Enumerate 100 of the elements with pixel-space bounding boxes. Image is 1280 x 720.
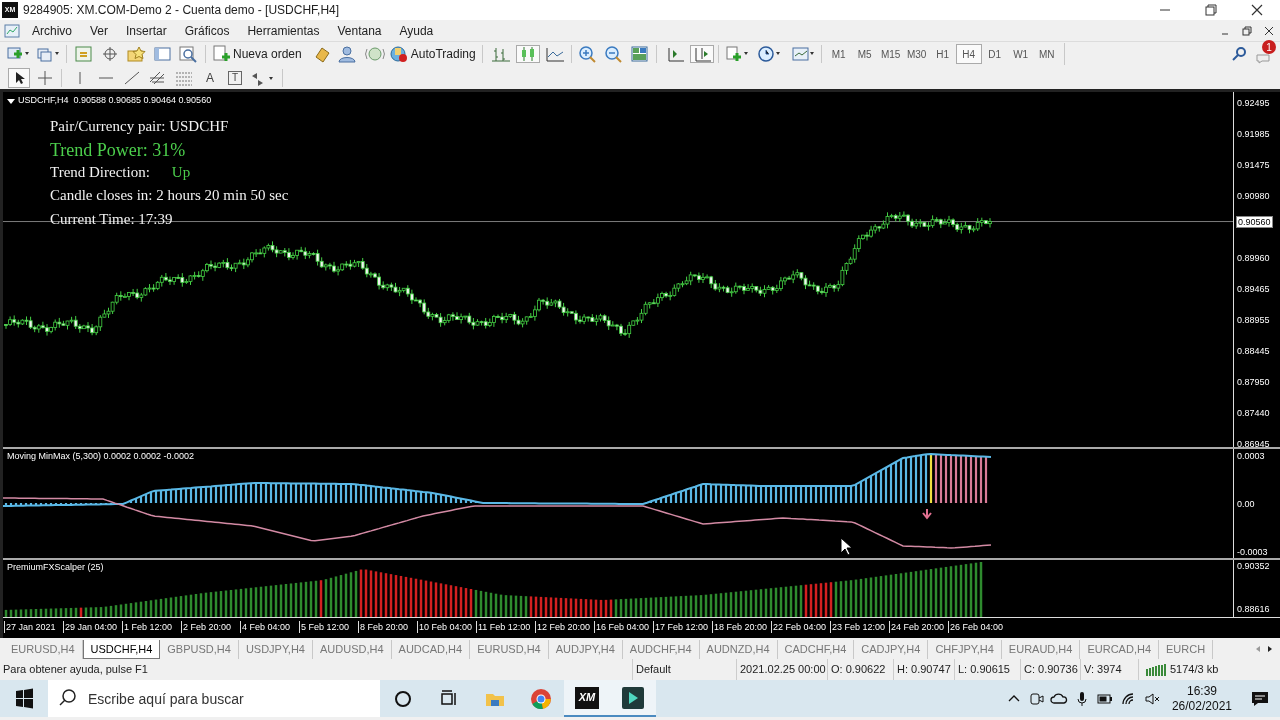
chart-tab[interactable]: CADCHF,H4: [777, 640, 855, 659]
indicator-axis-label: 0.0003: [1237, 451, 1265, 461]
timeframe-button[interactable]: M1: [825, 44, 852, 64]
time-axis-label: 17 Feb 12:00: [653, 621, 712, 633]
timeframe-button[interactable]: M15: [877, 44, 904, 64]
circle-icon[interactable]: [393, 688, 413, 709]
indicator-axis-label: -0.0003: [1237, 547, 1268, 557]
chart-tab[interactable]: AUDCAD,H4: [391, 640, 471, 659]
chat-icon[interactable]: [1256, 52, 1272, 64]
text-label-tool[interactable]: T: [228, 70, 242, 85]
time-axis-label: 8 Feb 20:00: [358, 621, 417, 633]
chart-tab[interactable]: EURCH: [1159, 640, 1214, 659]
chart-tab[interactable]: CADJPY,H4: [854, 640, 929, 659]
chart-tab[interactable]: EURAUD,H4: [1001, 640, 1081, 659]
price-axis-label: 0.90980: [1237, 191, 1270, 201]
timeframe-button[interactable]: MN: [1033, 44, 1060, 64]
indicator-axis-label: 0.90352: [1237, 561, 1270, 571]
menu-item[interactable]: Ventana: [328, 21, 391, 40]
menu-item[interactable]: Insertar: [117, 21, 176, 40]
indicator-axis-label: 0.88616: [1237, 604, 1270, 614]
trend-power-text: Trend Power: 31%: [50, 139, 187, 162]
trend-direction-label: Trend Direction:: [50, 163, 150, 182]
chart-tab[interactable]: AUDJPY,H4: [548, 640, 623, 659]
menu-item[interactable]: Ayuda: [390, 21, 443, 40]
menu-item[interactable]: Herramientas: [238, 21, 329, 40]
autotrading-icon[interactable]: [389, 45, 408, 63]
time-axis-label: 12 Feb 20:00: [535, 621, 594, 633]
chart-tab[interactable]: EURUSD,H4: [470, 640, 549, 659]
indicator-title: Moving MinMax (5,300) 0.0002 0.0002 -0.0002: [7, 450, 195, 463]
info-text: Candle closes in: 2 hours 20 min 50 sec: [50, 186, 289, 205]
profiles-icon[interactable]: [36, 45, 62, 63]
timeframe-button[interactable]: H1: [929, 44, 956, 64]
price-axis-label: 0.91985: [1237, 129, 1270, 139]
info-text: Pair/Currency pair: USDCHF: [50, 117, 230, 136]
indicator-title: PremiumFXScalper (25): [7, 561, 104, 574]
play-app-icon[interactable]: [621, 685, 645, 710]
price-axis-label: 0.89960: [1237, 253, 1270, 263]
time-axis-label: 26 Feb 04:00: [948, 621, 1007, 633]
xm-app-icon[interactable]: XM: [575, 686, 599, 709]
status-traffic: 5174/3 kb: [1170, 662, 1219, 678]
time-axis-label: 1 Feb 12:00: [122, 621, 181, 633]
cursor-tool-icon[interactable]: [8, 67, 30, 88]
chart-menu-icon[interactable]: [1, 22, 23, 39]
chart-tab[interactable]: AUDUSD,H4: [313, 640, 392, 659]
connection-bars-icon: [1145, 662, 1167, 677]
price-axis-label: 0.91475: [1237, 160, 1270, 170]
menu-item[interactable]: Ver: [81, 21, 118, 40]
chrome-icon[interactable]: [530, 687, 552, 710]
collapse-triangle-icon[interactable]: [7, 96, 15, 105]
time-axis-label: 11 Feb 12:00: [476, 621, 535, 633]
chart-tab[interactable]: GBPUSD,H4: [160, 640, 239, 659]
indicators-icon[interactable]: [724, 45, 751, 63]
time-axis-label: 4 Feb 04:00: [240, 621, 299, 633]
chart-tab[interactable]: EURCAD,H4: [1080, 640, 1159, 659]
time-axis-label: 5 Feb 12:00: [299, 621, 358, 633]
clock-date: 26/02/2021: [1171, 698, 1232, 714]
time-axis-label: 10 Feb 04:00: [417, 621, 476, 633]
volume-muted-icon[interactable]: [1143, 690, 1162, 707]
timeframe-button[interactable]: H4: [955, 44, 982, 64]
clock-icon[interactable]: [756, 45, 783, 63]
indicator-axis-label: 0.00: [1237, 499, 1255, 509]
timeframe-button[interactable]: D1: [981, 44, 1008, 64]
timeframe-button[interactable]: W1: [1007, 44, 1034, 64]
star-folder-icon[interactable]: [125, 45, 149, 63]
chart-tab[interactable]: CHFJPY,H4: [928, 640, 1002, 659]
templates-icon[interactable]: [790, 45, 817, 63]
chart-header: USDCHF,H4 0.90588 0.90685 0.90464 0.90560: [18, 94, 212, 107]
notification-badge: 1: [1262, 40, 1276, 54]
price-axis-label: 0.88955: [1237, 315, 1270, 325]
chart-shift-icon[interactable]: [689, 45, 714, 63]
time-axis-label: 16 Feb 04:00: [594, 621, 653, 633]
info-text: Current Time: 17:39: [50, 210, 174, 229]
chart-tab[interactable]: EURUSD,H4: [4, 640, 83, 659]
menu-item[interactable]: Gráficos: [175, 21, 239, 40]
taskbar-search-field[interactable]: Escribe aquí para buscar: [48, 680, 380, 717]
time-axis-label: 18 Feb 20:00: [712, 621, 771, 633]
current-price-label: 0.90560: [1236, 215, 1273, 228]
new-order-icon[interactable]: [212, 45, 230, 63]
time-axis-label: 2 Feb 20:00: [181, 621, 240, 633]
price-axis-label: 0.88445: [1237, 346, 1270, 356]
trend-direction-value: Up: [171, 163, 191, 182]
chart-tab[interactable]: USDCHF,H4: [82, 640, 161, 659]
autotrading-button[interactable]: AutoTrading: [387, 44, 478, 64]
chart-tab[interactable]: USDJPY,H4: [238, 640, 313, 659]
new-order-button[interactable]: Nueva orden: [210, 44, 304, 64]
menu-item[interactable]: Archivo: [23, 21, 81, 40]
time-axis-label: 29 Jan 04:00: [63, 621, 122, 633]
time-axis-label: 22 Feb 04:00: [771, 621, 830, 633]
meet-now-icon[interactable]: [1027, 690, 1044, 707]
text-tool[interactable]: A: [198, 67, 222, 88]
price-axis-label: 0.87440: [1237, 408, 1270, 418]
chart-tab[interactable]: AUDNZD,H4: [699, 640, 778, 659]
price-axis-label: 0.92495: [1237, 98, 1270, 108]
timeframe-button[interactable]: M5: [851, 44, 878, 64]
clock-time: 16:39: [1186, 683, 1217, 699]
timeframe-button[interactable]: M30: [903, 44, 930, 64]
time-axis-label: 23 Feb 12:00: [830, 621, 889, 633]
chart-tab[interactable]: AUDCHF,H4: [622, 640, 700, 659]
candlestick-icon[interactable]: [515, 45, 540, 63]
time-axis-label: 27 Jan 2021: [4, 621, 63, 633]
